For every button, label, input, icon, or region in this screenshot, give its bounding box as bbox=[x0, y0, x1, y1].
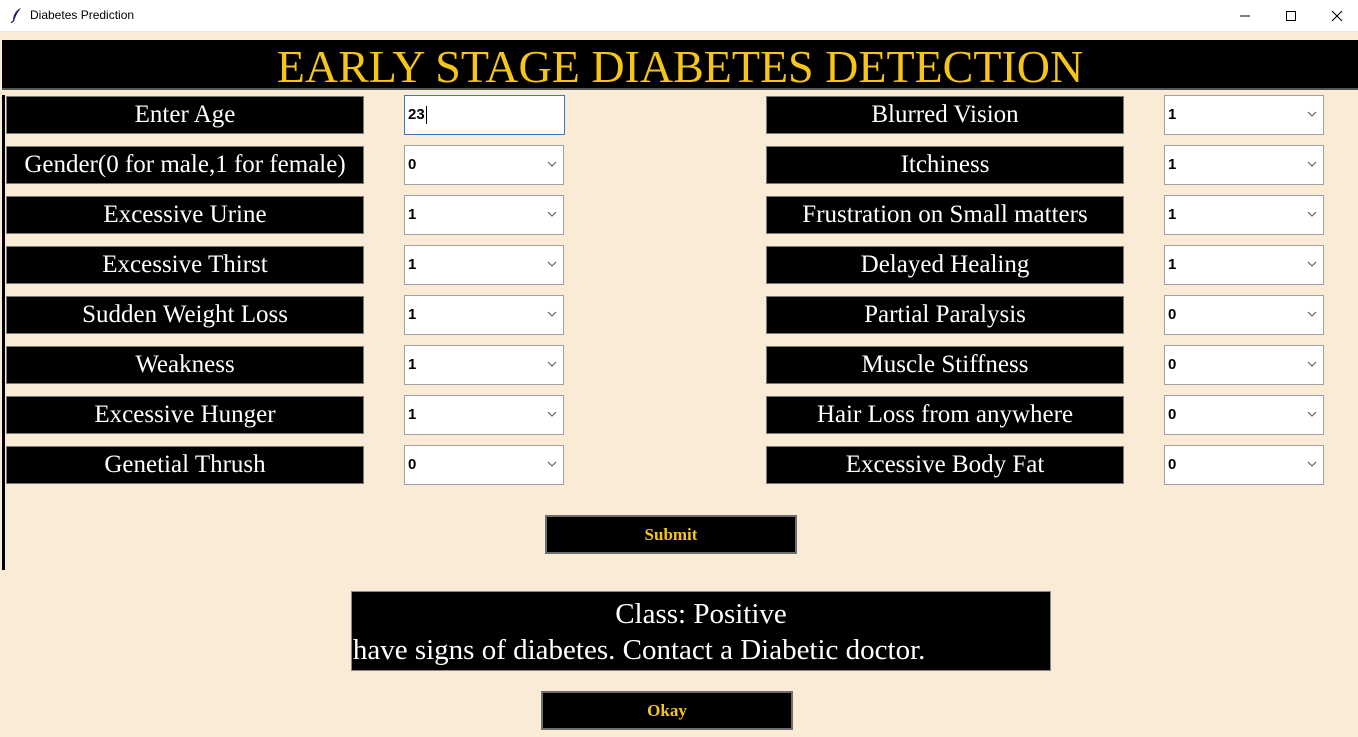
chevron-down-icon bbox=[1307, 261, 1317, 267]
minimize-icon bbox=[1240, 15, 1250, 16]
result-message: Positive - You have signs of diabetes. C… bbox=[352, 634, 926, 666]
chevron-down-icon bbox=[1307, 111, 1317, 117]
frustration-select[interactable]: 1 bbox=[1164, 195, 1324, 235]
excessive-hunger-select[interactable]: 1 bbox=[404, 395, 564, 435]
close-icon bbox=[1331, 10, 1343, 21]
label-weakness: Weakness bbox=[6, 346, 364, 384]
page-title: EARLY STAGE DIABETES DETECTION bbox=[2, 40, 1358, 92]
itchiness-select[interactable]: 1 bbox=[1164, 145, 1324, 185]
blurred-vision-select[interactable]: 1 bbox=[1164, 95, 1324, 135]
label-age: Enter Age bbox=[6, 96, 364, 134]
label-sudden-weight-loss: Sudden Weight Loss bbox=[6, 296, 364, 334]
label-partial-paralysis: Partial Paralysis bbox=[766, 296, 1124, 334]
label-excessive-body-fat: Excessive Body Fat bbox=[766, 446, 1124, 484]
age-input[interactable]: 23 bbox=[404, 95, 565, 135]
chevron-down-icon bbox=[1307, 161, 1317, 167]
chevron-down-icon bbox=[547, 211, 557, 217]
chevron-down-icon bbox=[547, 311, 557, 317]
chevron-down-icon bbox=[547, 161, 557, 167]
label-muscle-stiffness: Muscle Stiffness bbox=[766, 346, 1124, 384]
gender-select[interactable]: 0 bbox=[404, 145, 564, 185]
label-hair-loss: Hair Loss from anywhere bbox=[766, 396, 1124, 434]
chevron-down-icon bbox=[1307, 461, 1317, 467]
label-itchiness: Itchiness bbox=[766, 146, 1124, 184]
chevron-down-icon bbox=[1307, 361, 1317, 367]
excessive-urine-select[interactable]: 1 bbox=[404, 195, 564, 235]
chevron-down-icon bbox=[1307, 311, 1317, 317]
delayed-healing-select[interactable]: 1 bbox=[1164, 245, 1324, 285]
submit-button[interactable]: Submit bbox=[545, 515, 797, 554]
feather-icon bbox=[10, 7, 24, 24]
muscle-stiffness-select[interactable]: 0 bbox=[1164, 345, 1324, 385]
chevron-down-icon bbox=[1307, 211, 1317, 217]
label-delayed-healing: Delayed Healing bbox=[766, 246, 1124, 284]
label-excessive-urine: Excessive Urine bbox=[6, 196, 364, 234]
excessive-body-fat-select[interactable]: 0 bbox=[1164, 445, 1324, 485]
chevron-down-icon bbox=[547, 361, 557, 367]
sudden-weight-loss-select[interactable]: 1 bbox=[404, 295, 564, 335]
result-panel: Class: Positive Positive - You have sign… bbox=[351, 591, 1051, 671]
excessive-thirst-select[interactable]: 1 bbox=[404, 245, 564, 285]
weakness-select[interactable]: 1 bbox=[404, 345, 564, 385]
partial-paralysis-select[interactable]: 0 bbox=[1164, 295, 1324, 335]
window-titlebar: Diabetes Prediction bbox=[0, 0, 1358, 32]
hair-loss-select[interactable]: 0 bbox=[1164, 395, 1324, 435]
label-blurred-vision: Blurred Vision bbox=[766, 96, 1124, 134]
maximize-icon bbox=[1286, 10, 1296, 21]
maximize-button[interactable] bbox=[1268, 0, 1314, 31]
chevron-down-icon bbox=[547, 261, 557, 267]
text-caret bbox=[426, 106, 427, 124]
minimize-button[interactable] bbox=[1222, 0, 1268, 31]
chevron-down-icon bbox=[1307, 411, 1317, 417]
genetial-thrush-select[interactable]: 0 bbox=[404, 445, 564, 485]
chevron-down-icon bbox=[547, 411, 557, 417]
label-excessive-hunger: Excessive Hunger bbox=[6, 396, 364, 434]
window-title: Diabetes Prediction bbox=[30, 8, 135, 22]
close-button[interactable] bbox=[1314, 0, 1358, 31]
label-frustration: Frustration on Small matters bbox=[766, 196, 1124, 234]
result-class: Class: Positive bbox=[615, 598, 787, 630]
okay-button[interactable]: Okay bbox=[541, 691, 793, 730]
divider bbox=[2, 95, 5, 570]
chevron-down-icon bbox=[547, 461, 557, 467]
label-excessive-thirst: Excessive Thirst bbox=[6, 246, 364, 284]
label-genetial-thrush: Genetial Thrush bbox=[6, 446, 364, 484]
label-gender: Gender(0 for male,1 for female) bbox=[6, 146, 364, 184]
